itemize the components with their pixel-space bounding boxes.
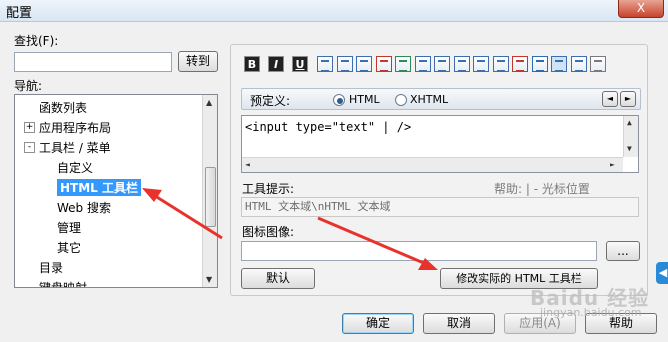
arrow-to-html-toolbar bbox=[151, 192, 223, 240]
baidu-watermark-url: jingyan.baidu.com bbox=[540, 306, 642, 319]
side-share-icon[interactable]: ◀ bbox=[656, 262, 668, 284]
arrowhead-right bbox=[418, 258, 438, 270]
arrow-to-modify-button bbox=[317, 216, 427, 266]
